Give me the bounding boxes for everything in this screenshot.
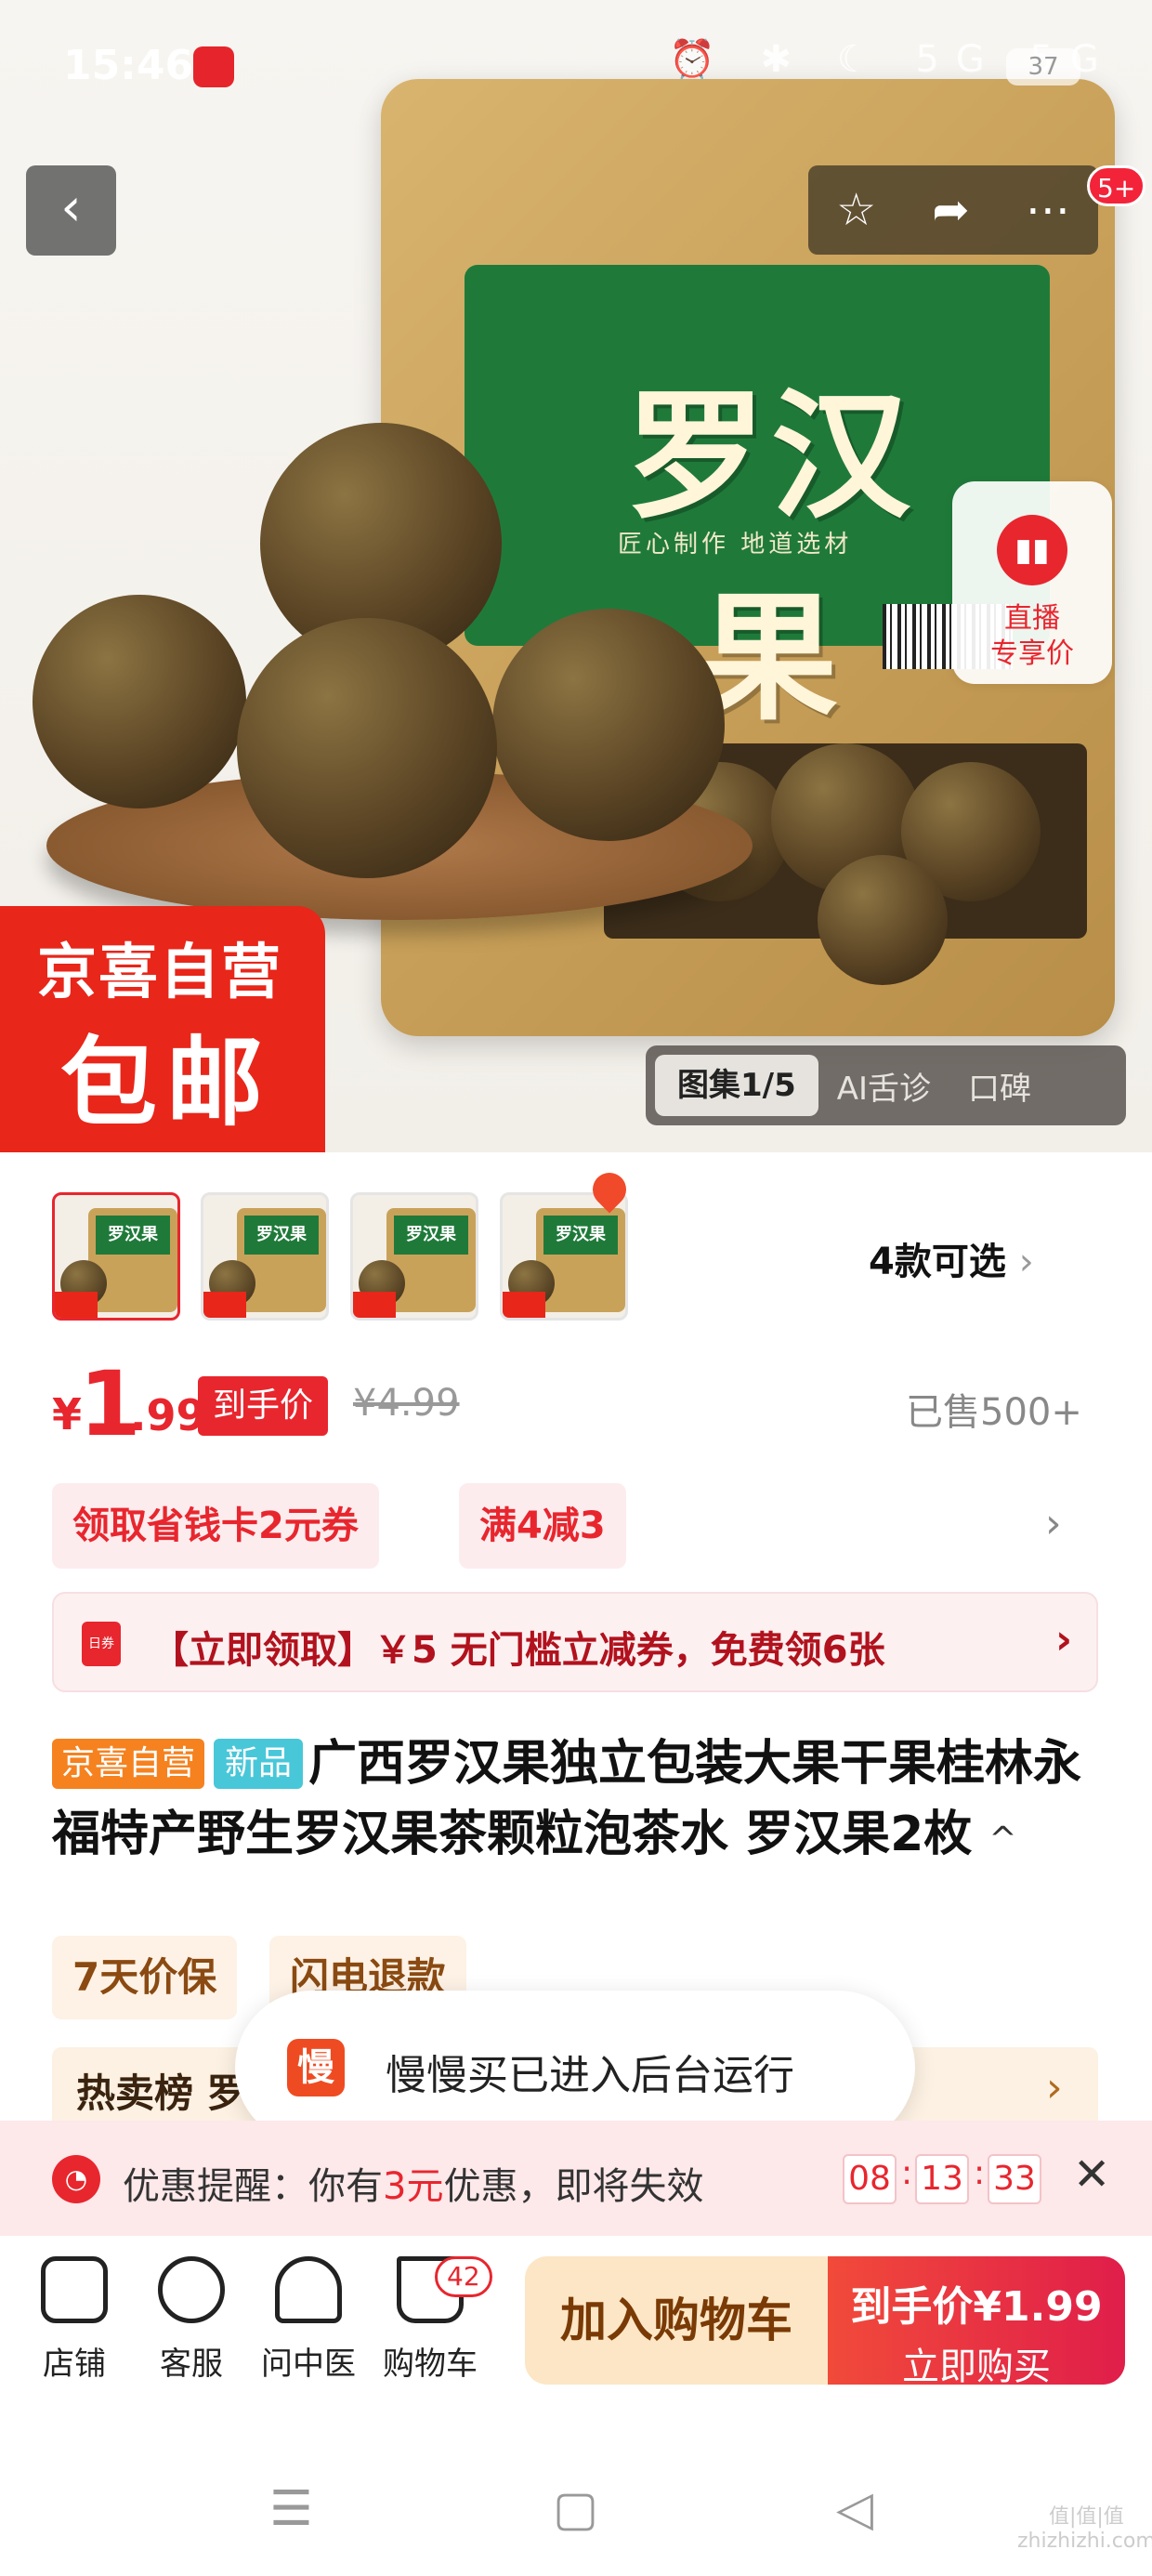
thumb-label: 罗汉果 xyxy=(244,1216,319,1255)
star-icon[interactable]: ☆ xyxy=(836,184,876,236)
cart-label: 购物车 xyxy=(383,2346,478,2383)
buy-now-label: 立即购买 xyxy=(902,2346,1051,2388)
reminder-text: 优惠提醒：你有3元优惠，即将失效 xyxy=(123,2156,703,2210)
toast-text: 慢慢买已进入后台运行 xyxy=(386,2052,794,2099)
badge-line1: 京喜自营 xyxy=(37,939,282,1007)
countdown-minutes: 13 xyxy=(915,2154,969,2204)
coupon-full-reduction[interactable]: 满4减3 xyxy=(459,1483,626,1569)
fruit-image xyxy=(492,609,725,841)
thumb-badge xyxy=(353,1292,396,1318)
tab-reviews[interactable]: 口碑 xyxy=(949,1063,1050,1109)
thumb-label: 罗汉果 xyxy=(96,1216,170,1255)
product-title-block: 京喜自营 新品 广西罗汉果独立包装大果干果桂林永福特产野生罗汉果茶颗粒泡茶水 罗汉果… xyxy=(52,1728,1111,1875)
doctor-icon xyxy=(275,2256,342,2323)
cart-count-badge: 42 xyxy=(435,2256,492,2297)
gallery-tabs: 图集1/5 AI舌诊 口碑 xyxy=(646,1045,1126,1125)
close-icon[interactable]: ✕ xyxy=(1073,2149,1110,2201)
service-button[interactable]: 客服 xyxy=(140,2256,242,2384)
chevron-right-icon: › xyxy=(1018,1241,1034,1283)
tab-ai-tongue[interactable]: AI舌诊 xyxy=(818,1063,949,1109)
fruit-image xyxy=(33,595,246,808)
service-price-protect[interactable]: 7天价保 xyxy=(52,1936,238,2019)
tab-gallery[interactable]: 图集1/5 xyxy=(655,1055,818,1116)
countdown-separator: : xyxy=(901,2154,913,2192)
live-icon: ▮▮ xyxy=(997,515,1067,585)
chevron-right-icon: › xyxy=(1046,2064,1063,2111)
product-hero-image[interactable]: 罗汉果 匠心制作 地道选材 京喜自营 包邮 15:46 ⏰ ✱ ☾ 5G 5G … xyxy=(0,0,1152,1152)
tag-new: 新品 xyxy=(214,1739,304,1789)
variants-label: 4款可选 xyxy=(869,1241,1006,1283)
tcm-button[interactable]: 问中医 xyxy=(257,2256,360,2384)
live-label-line2: 专享价 xyxy=(990,637,1074,670)
store-label: 店铺 xyxy=(43,2346,106,2383)
reminder-prefix: 优惠提醒：你有 xyxy=(123,2165,383,2208)
battery-icon: 37 xyxy=(1006,48,1080,85)
countdown-hours: 08 xyxy=(843,2154,897,2204)
share-icon[interactable]: ➦ xyxy=(932,184,969,236)
back-nav-icon[interactable]: ◁ xyxy=(836,2481,873,2537)
buy-price-label: 到手价¥1.99 xyxy=(850,2283,1103,2331)
countdown-seconds: 33 xyxy=(988,2154,1041,2204)
chevron-right-icon[interactable]: › xyxy=(1045,1500,1062,1547)
variant-thumb[interactable]: 罗汉果 xyxy=(52,1192,180,1321)
app-notification-icon xyxy=(193,46,234,87)
clock-icon: ◔ xyxy=(52,2155,100,2203)
countdown-separator: : xyxy=(974,2154,986,2192)
coupon-savings-card[interactable]: 领取省钱卡2元券 xyxy=(52,1483,379,1569)
thumb-badge xyxy=(203,1292,246,1318)
badge-line2: 包邮 xyxy=(60,1026,273,1139)
tag-jx-self: 京喜自营 xyxy=(52,1739,205,1789)
product-title: 广西罗汉果独立包装大果干果桂林永福特产野生罗汉果茶颗粒泡茶水 罗汉果2枚 xyxy=(52,1736,1082,1862)
fruit-image xyxy=(818,855,948,985)
store-button[interactable]: 店铺 xyxy=(23,2256,125,2384)
final-price-tag: 到手价 xyxy=(198,1376,329,1436)
variant-thumb[interactable]: 罗汉果 xyxy=(201,1192,329,1321)
thumb-label: 罗汉果 xyxy=(543,1216,618,1255)
fruit-image xyxy=(237,618,497,878)
live-price-button[interactable]: ▮▮ 直播 专享价 xyxy=(952,481,1112,684)
hot-list-label: 热卖榜 罗 xyxy=(76,2070,246,2116)
price-currency: ¥ xyxy=(52,1389,83,1439)
thumb-label: 罗汉果 xyxy=(394,1216,468,1255)
price-decimal: .99 xyxy=(130,1390,206,1440)
chevron-up-icon[interactable]: ^ xyxy=(988,1820,1016,1859)
chevron-right-icon: › xyxy=(1055,1616,1073,1663)
bag-subtitle: 匠心制作 地道选材 xyxy=(618,531,853,559)
store-icon xyxy=(41,2256,108,2323)
jx-free-shipping-badge: 京喜自营 包邮 xyxy=(0,906,325,1152)
more-icon[interactable]: ⋯ xyxy=(1026,184,1070,236)
product-page: 罗汉果 匠心制作 地道选材 京喜自营 包邮 15:46 ⏰ ✱ ☾ 5G 5G … xyxy=(0,0,1152,2576)
menu-icon[interactable]: ☰ xyxy=(269,2481,313,2537)
back-button[interactable]: ‹ xyxy=(26,165,116,256)
banner-text: 【立即领取】￥5 无门槛立减券，免费领6张 xyxy=(151,1629,885,1672)
original-price: ¥4.99 xyxy=(353,1382,460,1425)
variant-thumb[interactable]: 罗汉果 xyxy=(350,1192,478,1321)
reminder-amount: 3元 xyxy=(383,2165,444,2208)
chevron-left-icon: ‹ xyxy=(60,177,82,238)
status-time: 15:46 xyxy=(63,42,194,89)
app-icon: 慢 xyxy=(287,2039,345,2096)
reminder-suffix: 优惠，即将失效 xyxy=(443,2165,704,2208)
promo-reminder-bar: ◔ 优惠提醒：你有3元优惠，即将失效 08 : 13 : 33 ✕ xyxy=(0,2121,1152,2236)
message-badge: 5+ xyxy=(1087,165,1146,206)
buy-now-button[interactable]: 到手价¥1.99 立即购买 xyxy=(828,2256,1125,2388)
coupon-banner[interactable]: 日券 【立即领取】￥5 无门槛立减券，免费领6张 › xyxy=(52,1592,1098,1692)
watermark: 值|值|值 zhizhizhi.com xyxy=(1017,2505,1152,2553)
variants-selector[interactable]: 4款可选 › xyxy=(869,1231,1034,1285)
customer-service-icon xyxy=(158,2256,225,2323)
home-icon[interactable]: ▢ xyxy=(553,2481,598,2537)
sold-count: 已售500+ xyxy=(906,1391,1082,1434)
top-actions: ☆ ➦ ⋯ xyxy=(808,165,1098,255)
thumb-badge xyxy=(55,1292,98,1318)
service-label: 客服 xyxy=(160,2346,223,2383)
add-to-cart-button[interactable]: 加入购物车 xyxy=(525,2256,828,2385)
coupon-icon: 日券 xyxy=(82,1622,121,1666)
tcm-label: 问中医 xyxy=(261,2346,356,2383)
thumb-badge xyxy=(503,1292,545,1318)
